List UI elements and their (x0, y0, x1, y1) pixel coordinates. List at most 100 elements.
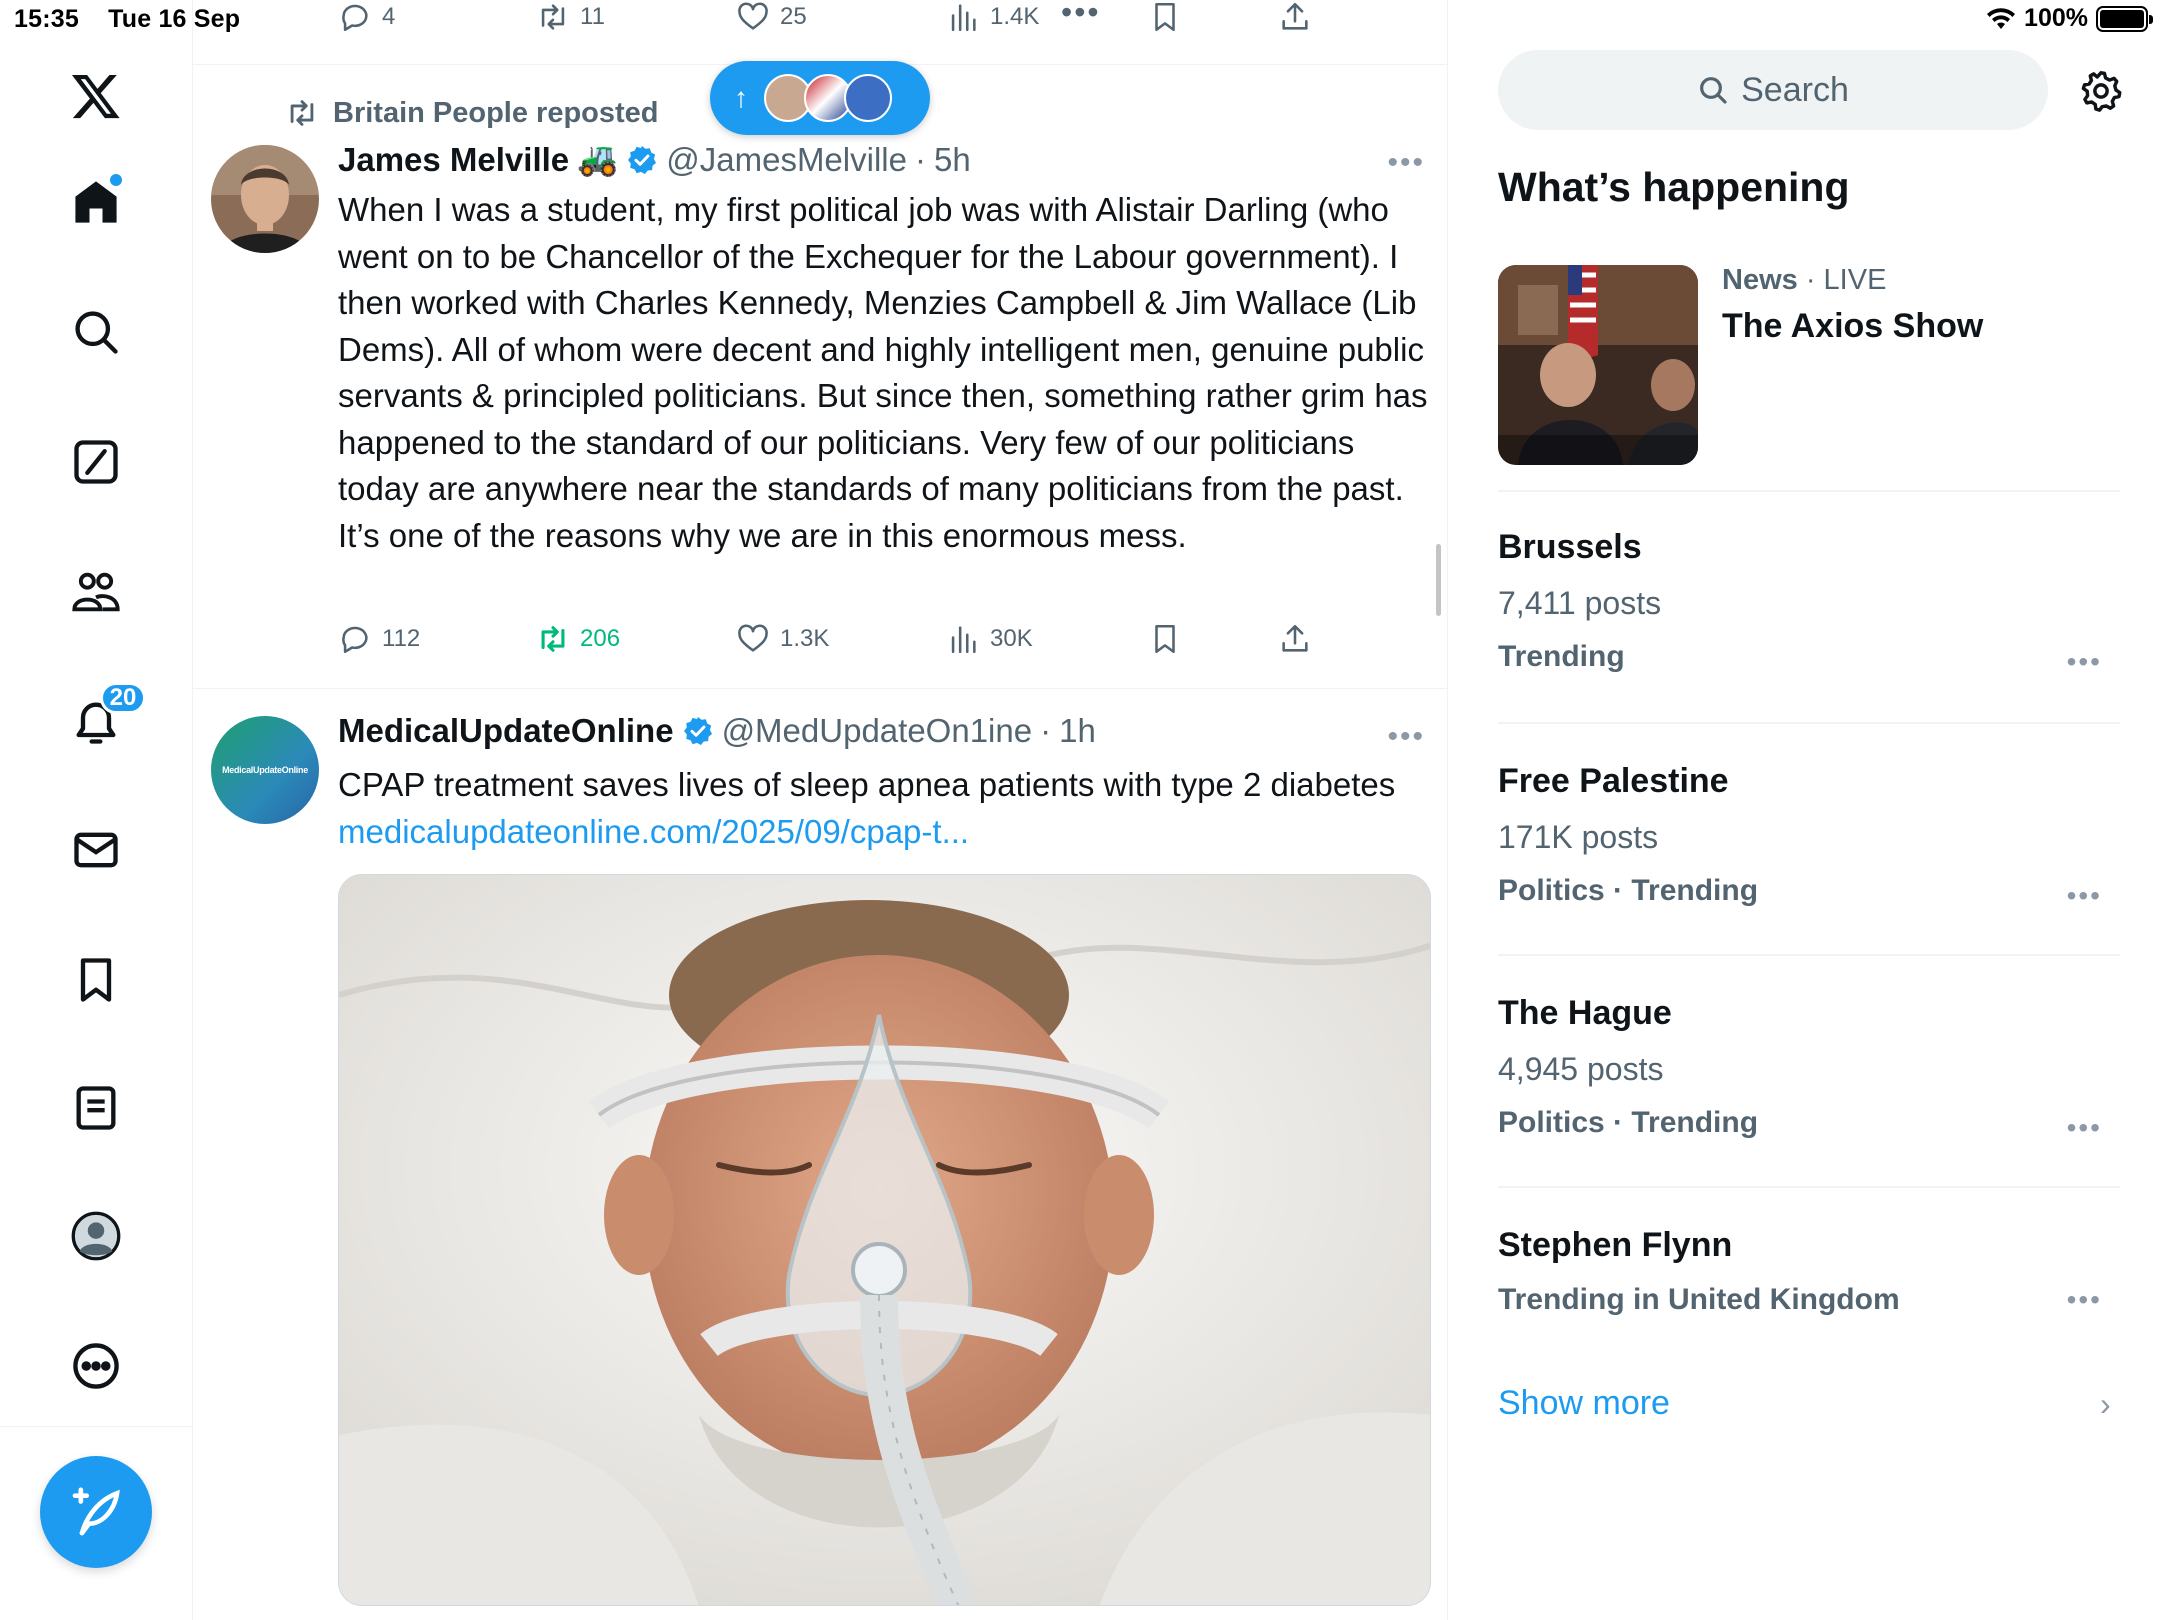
tweet-time[interactable]: 1h (1059, 712, 1096, 750)
tweet-divider (193, 688, 1447, 689)
repost-label: Britain People reposted (333, 96, 659, 129)
tweet-time[interactable]: 5h (934, 141, 971, 179)
repost-button[interactable]: 206 (536, 622, 620, 656)
repost-icon (290, 100, 314, 126)
reply-button[interactable]: 4 (338, 0, 395, 34)
bookmark-button[interactable] (1148, 622, 1182, 656)
news-title[interactable]: The Axios Show (1722, 307, 1983, 346)
home-icon[interactable] (64, 170, 128, 234)
profile-icon[interactable] (64, 1204, 128, 1268)
trend-post-count: 7,411 posts (1498, 585, 1662, 621)
search-icon[interactable] (64, 300, 128, 364)
mini-avatar (844, 74, 892, 122)
more-icon[interactable] (64, 1334, 128, 1398)
grok-more-icon[interactable]: ••• (1061, 0, 1101, 31)
prev-tweet-actions: 4 11 25 1.4K ••• (193, 0, 1447, 36)
trend-title: The Hague (1498, 994, 1672, 1032)
like-count: 25 (780, 3, 807, 30)
heart-icon (738, 2, 768, 30)
trend-more-button[interactable]: ••• (2067, 646, 2102, 678)
author-handle[interactable]: @JamesMelville (666, 141, 907, 179)
search-input[interactable]: Search (1498, 50, 2048, 130)
feather-plus-icon (72, 1487, 120, 1536)
news-meta: News · LIVE (1722, 264, 1886, 297)
tweet-image[interactable] (338, 874, 1431, 1606)
author-name[interactable]: James Melville (338, 141, 569, 179)
bookmarks-icon[interactable] (64, 948, 128, 1012)
repost-button[interactable]: 11 (536, 0, 605, 34)
views-button[interactable]: 1.4K (946, 0, 1039, 34)
trend-category: Trending in United Kingdom (1498, 1283, 1900, 1316)
author-name[interactable]: MedicalUpdateOnline (338, 712, 674, 750)
sidebar-divider (1498, 490, 2120, 492)
views-icon (951, 4, 976, 32)
trend-category: Trending (1498, 640, 1625, 673)
heart-icon (738, 624, 768, 652)
author-emoji: 🚜 (577, 140, 619, 177)
avatar[interactable]: MedicalUpdateOnline (211, 716, 319, 824)
repost-count: 206 (580, 625, 621, 652)
tweet-text: When I was a student, my first political… (338, 191, 1428, 554)
new-posts-pill[interactable]: ↑ (710, 61, 930, 135)
right-sidebar: Search What’s happening News · LIVE The … (1448, 0, 2160, 1620)
lists-icon[interactable] (64, 1076, 128, 1140)
news-thumbnail[interactable] (1498, 265, 1698, 465)
home-unread-dot (110, 174, 122, 186)
communities-icon[interactable] (64, 560, 128, 624)
scrollbar-thumb[interactable] (1436, 544, 1441, 616)
like-button[interactable]: 25 (736, 0, 807, 34)
search-icon (1700, 77, 1727, 104)
share-icon (1282, 2, 1308, 30)
trend-more-button[interactable]: ••• (2067, 1284, 2102, 1316)
trend-item[interactable]: Stephen Flynn Trending in United Kingdom… (1498, 1226, 2120, 1317)
timeline[interactable]: 4 11 25 1.4K ••• Britain People reposted (193, 0, 1448, 1620)
reply-count: 4 (382, 3, 396, 30)
repost-indicator: Britain People reposted (285, 96, 659, 130)
show-more-link[interactable]: Show more (1498, 1384, 1670, 1423)
arrow-up-icon: ↑ (734, 82, 748, 113)
trend-item[interactable]: Brussels 7,411 posts Trending ••• (1498, 528, 2120, 677)
tweet-more-button[interactable]: ••• (1387, 720, 1425, 754)
trend-title: Free Palestine (1498, 762, 1729, 800)
left-nav: 20 (0, 0, 193, 1620)
trend-more-button[interactable]: ••• (2067, 880, 2102, 912)
trend-item[interactable]: Free Palestine 171K posts Politics · Tre… (1498, 762, 2120, 911)
separator-dot: · (914, 140, 926, 178)
gear-icon[interactable] (2078, 68, 2124, 114)
grok-icon[interactable] (64, 430, 128, 494)
views-count: 1.4K (990, 3, 1040, 30)
views-count: 30K (990, 625, 1033, 652)
trend-title: Stephen Flynn (1498, 1226, 1733, 1264)
trend-item[interactable]: The Hague 4,945 posts Politics · Trendin… (1498, 994, 2120, 1143)
bookmark-button[interactable] (1148, 0, 1182, 34)
x-logo-icon[interactable] (64, 64, 128, 128)
share-button[interactable] (1278, 622, 1312, 656)
reply-button[interactable]: 112 (338, 622, 420, 656)
compose-post-button[interactable] (40, 1456, 152, 1568)
reply-icon (342, 626, 368, 654)
repost-icon (541, 4, 565, 30)
sidebar-divider (1498, 1186, 2120, 1188)
reply-icon (342, 4, 368, 32)
share-button[interactable] (1278, 0, 1312, 34)
notifications-icon[interactable]: 20 (64, 682, 146, 754)
trend-post-count: 171K posts (1498, 819, 1659, 855)
verified-badge-icon[interactable] (682, 715, 714, 747)
avatar[interactable] (211, 145, 319, 253)
messages-icon[interactable] (64, 818, 128, 882)
author-handle[interactable]: @MedUpdateOn1ine (722, 712, 1033, 750)
like-button[interactable]: 1.3K (736, 622, 829, 656)
notifications-badge: 20 (100, 682, 146, 714)
verified-badge-icon[interactable] (626, 144, 658, 176)
trend-more-button[interactable]: ••• (2067, 1112, 2102, 1144)
views-button[interactable]: 30K (946, 622, 1033, 656)
tweet-text: CPAP treatment saves lives of sleep apne… (338, 762, 1433, 855)
nav-divider (0, 1426, 193, 1427)
separator-dot: · (1040, 712, 1052, 749)
chevron-right-icon: › (2100, 1386, 2111, 1422)
tweet-more-button[interactable]: ••• (1387, 146, 1425, 180)
news-live-label: LIVE (1823, 264, 1887, 296)
tweet-link[interactable]: medicalupdateonline.com/2025/09/cpap-t..… (338, 813, 969, 850)
reply-count: 112 (382, 625, 421, 652)
share-icon (1282, 624, 1308, 652)
